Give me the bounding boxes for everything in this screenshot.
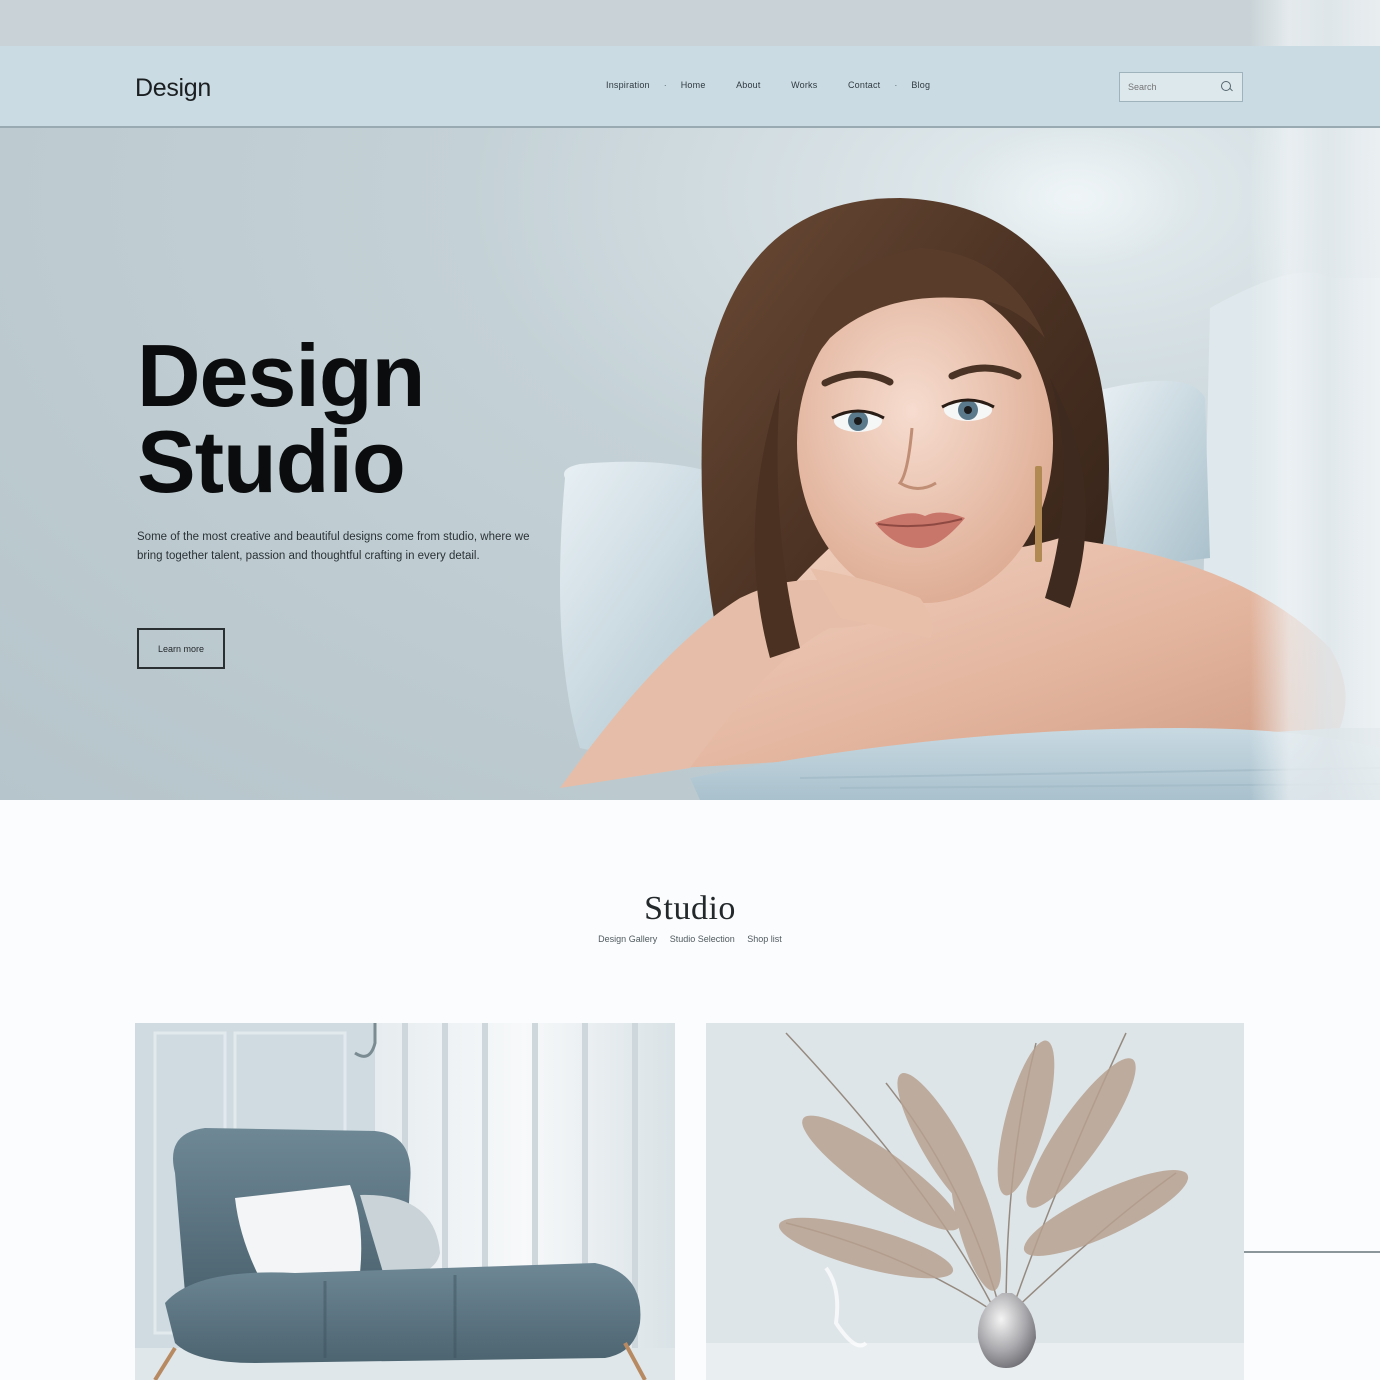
- page: Design Inspiration · Home About Works Co…: [0, 0, 1380, 1380]
- nav-link-blog[interactable]: Blog: [911, 80, 930, 90]
- hero-title-line2: Studio: [137, 412, 406, 511]
- navbar: Design Inspiration · Home About Works Co…: [0, 46, 1380, 128]
- studio-tag-selection[interactable]: Studio Selection: [670, 934, 735, 944]
- hero-section: Design Studio Some of the most creative …: [0, 128, 1380, 800]
- nav-link-about[interactable]: About: [736, 80, 761, 90]
- hero-cta-button[interactable]: Learn more: [137, 628, 225, 669]
- hero-title: Design Studio: [137, 326, 425, 511]
- chair-image: [135, 1023, 675, 1380]
- logo[interactable]: Design: [135, 74, 211, 103]
- pampas-vase-image: [706, 1023, 1244, 1380]
- hero-description: Some of the most creative and beautiful …: [137, 531, 530, 562]
- nav-gap: [831, 80, 834, 90]
- nav-separator: ·: [663, 80, 667, 90]
- gallery-card-chair[interactable]: [135, 1023, 675, 1380]
- nav-link-inspiration[interactable]: Inspiration: [606, 80, 650, 90]
- search-icon[interactable]: [1220, 80, 1234, 94]
- top-strip: [0, 0, 1380, 46]
- nav-link-home[interactable]: Home: [681, 80, 706, 90]
- nav-link-contact[interactable]: Contact: [848, 80, 880, 90]
- nav-gap: [720, 80, 723, 90]
- studio-section: Studio Design Gallery Studio Selection S…: [0, 800, 1380, 1380]
- nav-link-works[interactable]: Works: [791, 80, 817, 90]
- search-input[interactable]: [1128, 82, 1218, 92]
- hero-title-line1: Design: [137, 326, 425, 425]
- studio-tags: Design Gallery Studio Selection Shop lis…: [0, 934, 1380, 944]
- nav-separator: ·: [894, 80, 898, 90]
- studio-tag-shop[interactable]: Shop list: [747, 934, 782, 944]
- gallery-card-vase[interactable]: [706, 1023, 1244, 1380]
- studio-tag-gallery[interactable]: Design Gallery: [598, 934, 657, 944]
- studio-title: Studio: [644, 890, 736, 927]
- divider-line: [1244, 1251, 1380, 1253]
- nav-gap: [775, 80, 778, 90]
- search-box: [1119, 72, 1243, 102]
- nav-links: Inspiration · Home About Works Contact ·…: [606, 80, 930, 90]
